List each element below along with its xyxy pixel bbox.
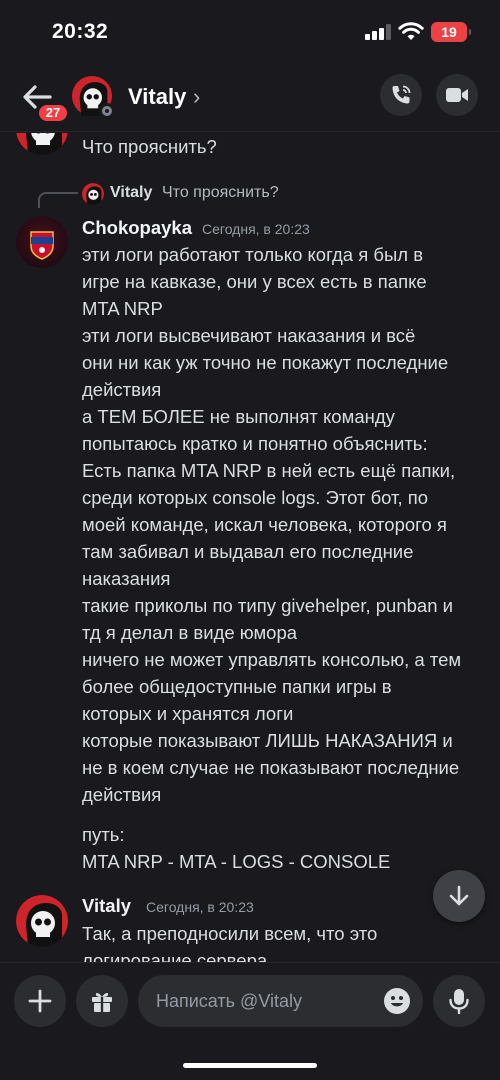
message-line: которых и хранятся логи	[82, 703, 294, 724]
message-body: Так, а преподносили всем, что это логиро…	[82, 920, 492, 962]
message-line: не в коем случае не показывают последние	[82, 757, 460, 778]
message-line: они ни как уж точно не покажут последние	[82, 352, 449, 373]
message-input-container[interactable]	[138, 975, 423, 1027]
message-line: действия	[82, 784, 162, 805]
unread-badge: 27	[36, 102, 70, 124]
chat-header: 27 Vitaly ›	[0, 66, 500, 132]
message-line: Так, а преподносили всем, что это	[82, 923, 378, 944]
status-time: 20:32	[52, 20, 109, 43]
status-bar: 20:32 19	[0, 0, 500, 66]
offline-status-icon	[99, 103, 115, 119]
voice-message-button[interactable]	[433, 975, 485, 1027]
message-author[interactable]: Chokopayka	[82, 217, 192, 239]
jump-to-latest-button[interactable]	[433, 870, 485, 922]
message-line: наказания	[82, 568, 171, 589]
microphone-icon	[449, 989, 469, 1015]
reply-text[interactable]: Что прояснить?	[162, 184, 279, 202]
message-line: MTA NRP	[82, 298, 163, 319]
phone-call-icon	[392, 85, 411, 104]
contact-name[interactable]: Vitaly	[128, 84, 186, 110]
message-body: эти логи работают только когда я был в и…	[82, 241, 492, 875]
message-line: действия	[82, 379, 162, 400]
gift-icon	[92, 992, 112, 1012]
message-line: логирование сервера	[82, 950, 268, 962]
battery-indicator: 19	[431, 22, 471, 42]
voice-call-button[interactable]	[380, 74, 422, 116]
message-avatar[interactable]	[16, 133, 68, 155]
arrow-down-icon	[449, 885, 469, 906]
add-attachment-button[interactable]	[14, 975, 66, 1027]
message-line: тд я делал в виде юмора	[82, 622, 298, 643]
emoji-icon[interactable]	[383, 987, 411, 1015]
message-line: которые показывают ЛИШЬ НАКАЗАНИЯ и	[82, 730, 453, 751]
message-line: среди которых console logs. Этот бот, по	[82, 487, 429, 508]
message-line: эти логи высвечивают наказания и всё	[82, 325, 416, 346]
plus-icon	[28, 989, 52, 1013]
message-line: там забивал и выдавал его последние	[82, 541, 414, 562]
video-call-button[interactable]	[436, 74, 478, 116]
message-line: Есть папка MTA NRP в ней есть ещё папки,	[82, 460, 456, 481]
video-camera-icon	[446, 88, 468, 102]
reply-author[interactable]: Vitaly	[110, 184, 152, 202]
cellular-signal-icon	[365, 24, 391, 40]
message-line: а ТЕМ БОЛЕЕ не выполнят команду	[82, 406, 395, 427]
chevron-right-icon[interactable]: ›	[193, 84, 200, 110]
message-line: более общедоступные папки игры в	[82, 676, 392, 697]
message-line: такие приколы по типу givehelper, punban…	[82, 595, 453, 616]
message-author[interactable]: Vitaly	[82, 895, 131, 917]
message-text: Что прояснить?	[82, 136, 217, 157]
home-indicator[interactable]	[183, 1063, 317, 1068]
wifi-icon	[398, 22, 424, 40]
message-line: попытаюсь кратко и понятно объяснить:	[82, 433, 428, 454]
message-timestamp: Сегодня, в 20:23	[202, 221, 310, 237]
gift-button[interactable]	[76, 975, 128, 1027]
message-line: ничего не может управлять консолью, а те…	[82, 649, 462, 670]
message-line: эти логи работают только когда я был в	[82, 244, 424, 265]
message-avatar[interactable]	[16, 216, 68, 268]
reply-connector	[38, 192, 78, 208]
reply-avatar	[82, 183, 104, 205]
message-line: моей команде, искал человека, которого я	[82, 514, 447, 535]
message-timestamp: Сегодня, в 20:23	[146, 899, 254, 915]
path-label: путь:	[82, 824, 125, 845]
path-value: MTA NRP - MTA - LOGS - CONSOLE	[82, 851, 391, 872]
message-avatar[interactable]	[16, 895, 68, 947]
message-line: игре на кавказе, они у всех есть в папке	[82, 271, 427, 292]
message-input[interactable]	[156, 975, 376, 1027]
message-list[interactable]: Что прояснить? Vitaly Что прояснить? Cho…	[0, 133, 500, 962]
